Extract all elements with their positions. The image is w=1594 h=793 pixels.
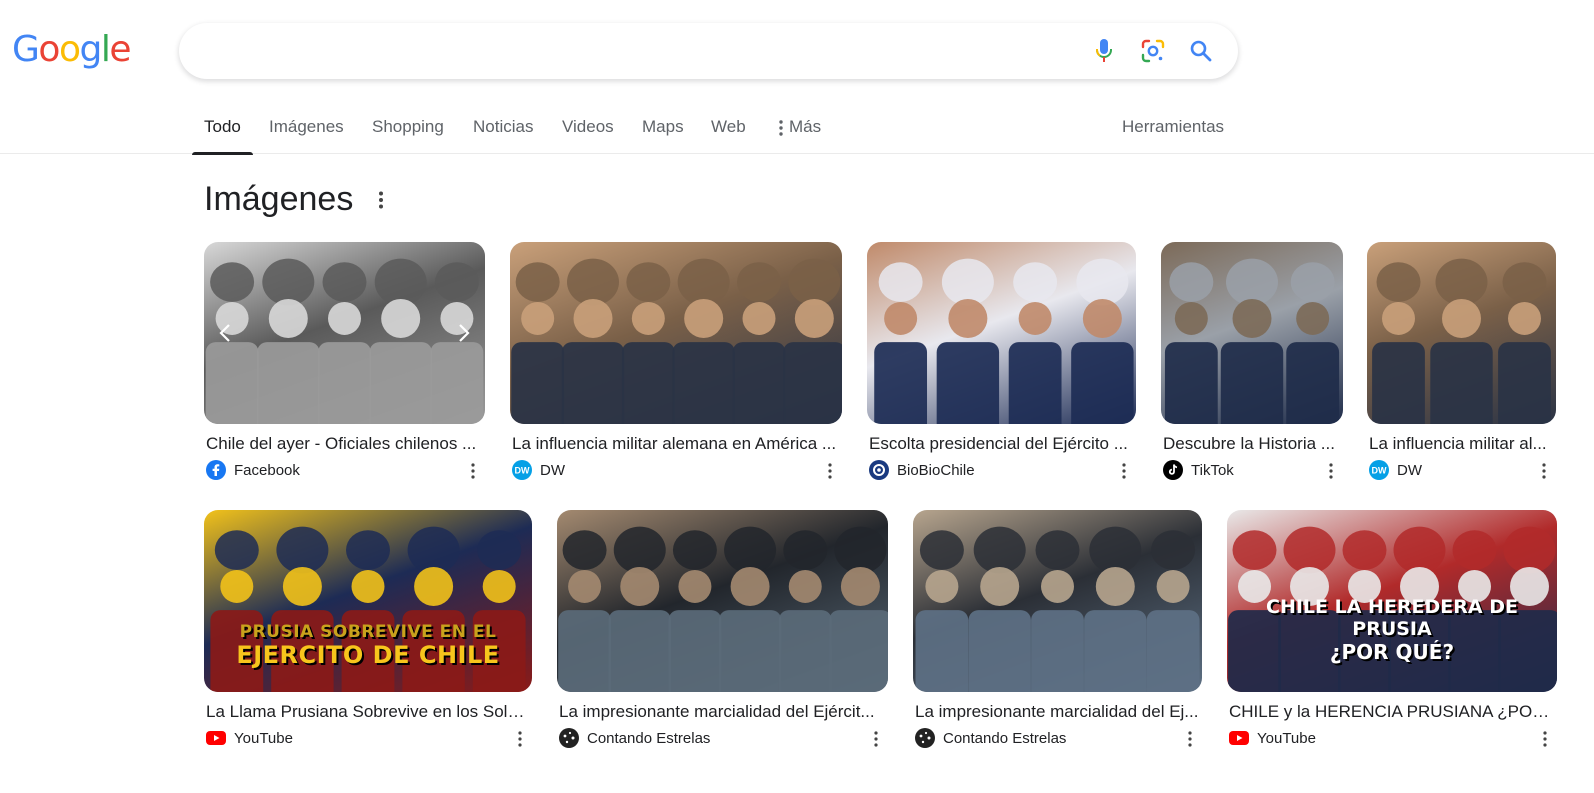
google-lens-icon[interactable] <box>1139 37 1167 65</box>
dw-icon: DW <box>512 460 532 480</box>
more-vert-icon <box>779 119 783 136</box>
image-source[interactable]: DW DW <box>512 460 565 480</box>
more-options-icon[interactable] <box>1323 460 1339 482</box>
microphone-icon[interactable] <box>1090 37 1118 65</box>
image-caption[interactable]: Descubre la Historia ... <box>1163 434 1341 454</box>
image-thumbnail[interactable]: PRUSIA SOBREVIVE EN EL EJERCITO DE CHILE <box>204 510 532 692</box>
image-thumbnail[interactable] <box>867 242 1136 424</box>
tiktok-icon <box>1163 460 1183 480</box>
biobiochile-icon <box>869 460 889 480</box>
more-options-icon[interactable] <box>1116 460 1132 482</box>
search-box <box>179 23 1238 79</box>
image-source[interactable]: Facebook <box>206 460 300 480</box>
tab-more[interactable]: Más <box>779 100 821 154</box>
logo-letter: G <box>12 29 40 70</box>
more-options-icon[interactable] <box>1536 460 1552 482</box>
more-options-icon[interactable] <box>512 728 528 750</box>
svg-text:DW: DW <box>1372 466 1387 476</box>
source-name: TikTok <box>1191 461 1234 479</box>
tab-videos[interactable]: Videos <box>562 100 614 154</box>
image-result-card[interactable]: La impresionante marcialidad del Ej... Co… <box>913 510 1202 762</box>
image-caption[interactable]: Escolta presidencial del Ejército ... <box>869 434 1134 454</box>
image-source[interactable]: DW DW <box>1369 460 1422 480</box>
source-name: DW <box>1397 461 1422 479</box>
image-source[interactable]: YouTube <box>206 728 293 748</box>
image-caption[interactable]: Chile del ayer - Oficiales chilenos ... <box>206 434 483 454</box>
image-caption[interactable]: La influencia militar al... <box>1369 434 1554 454</box>
search-icon[interactable] <box>1187 37 1215 65</box>
overlay-text-line: ¿POR QUÉ? <box>1329 640 1455 664</box>
contando-estrelas-icon <box>559 728 579 748</box>
image-result-card[interactable]: PRUSIA SOBREVIVE EN EL EJERCITO DE CHILE L… <box>204 510 532 762</box>
more-options-icon[interactable] <box>868 728 884 750</box>
image-source[interactable]: YouTube <box>1229 728 1316 748</box>
image-result-card[interactable]: Chile del ayer - Oficiales chilenos ... F… <box>204 242 485 494</box>
image-thumbnail[interactable] <box>1161 242 1343 424</box>
image-caption[interactable]: La Llama Prusiana Sobrevive en los Sold.… <box>206 702 530 722</box>
source-name: DW <box>540 461 565 479</box>
image-result-card[interactable]: CHILE LA HEREDERA DE PRUSIA ¿POR QUÉ? CHIL… <box>1227 510 1557 762</box>
image-thumbnail[interactable] <box>557 510 888 692</box>
image-thumbnail[interactable] <box>913 510 1202 692</box>
svg-text:DW: DW <box>515 466 530 476</box>
dw-icon: DW <box>1369 460 1389 480</box>
youtube-icon <box>206 728 226 748</box>
carousel-prev-icon[interactable] <box>214 318 236 348</box>
logo-letter: e <box>109 29 131 70</box>
youtube-icon <box>1229 728 1249 748</box>
tab-todo[interactable]: Todo <box>192 100 253 155</box>
tools-button[interactable]: Herramientas <box>1122 100 1224 154</box>
image-result-card[interactable]: Descubre la Historia ... TikTok <box>1161 242 1343 494</box>
image-thumbnail[interactable]: CHILE LA HEREDERA DE PRUSIA ¿POR QUÉ? <box>1227 510 1557 692</box>
image-source[interactable]: BioBioChile <box>869 460 975 480</box>
overlay-text-line: EJERCITO DE CHILE <box>236 641 500 670</box>
image-thumbnail[interactable] <box>510 242 842 424</box>
logo-letter: l <box>100 29 111 70</box>
section-title: Imágenes <box>204 180 354 218</box>
search-input[interactable] <box>203 23 1073 79</box>
tab-noticias[interactable]: Noticias <box>473 100 533 154</box>
image-source[interactable]: Contando Estrelas <box>559 728 710 748</box>
facebook-icon <box>206 460 226 480</box>
tab-imagenes[interactable]: Imágenes <box>269 100 344 154</box>
overlay-text-line: PRUSIA SOBREVIVE EN EL <box>239 621 497 642</box>
image-caption[interactable]: La influencia militar alemana en América… <box>512 434 840 454</box>
thumbnail-overlay-text: PRUSIA SOBREVIVE EN EL EJERCITO DE CHILE <box>204 621 532 670</box>
more-options-icon[interactable] <box>1182 728 1198 750</box>
search-tabs: Todo Imágenes Shopping Noticias Videos M… <box>0 100 1594 155</box>
section-more-icon[interactable] <box>371 188 391 212</box>
image-thumbnail[interactable] <box>204 242 485 424</box>
logo-letter: o <box>58 29 81 70</box>
thumbnail-overlay-text: CHILE LA HEREDERA DE PRUSIA ¿POR QUÉ? <box>1227 596 1557 664</box>
image-source[interactable]: Contando Estrelas <box>915 728 1066 748</box>
tab-shopping[interactable]: Shopping <box>372 100 444 154</box>
source-name: BioBioChile <box>897 461 975 479</box>
carousel-next-icon[interactable] <box>453 318 475 348</box>
tab-more-label: Más <box>789 117 822 136</box>
contando-estrelas-icon <box>915 728 935 748</box>
source-name: YouTube <box>1257 729 1316 747</box>
more-options-icon[interactable] <box>465 460 481 482</box>
source-name: Facebook <box>234 461 300 479</box>
tab-web[interactable]: Web <box>711 100 746 154</box>
logo-letter: g <box>79 29 102 70</box>
image-caption[interactable]: CHILE y la HERENCIA PRUSIANA ¿POR Q... <box>1229 702 1555 722</box>
image-thumbnail[interactable] <box>1367 242 1556 424</box>
source-name: Contando Estrelas <box>943 729 1067 747</box>
tab-maps[interactable]: Maps <box>642 100 684 154</box>
overlay-text-line: CHILE LA HEREDERA DE PRUSIA <box>1266 596 1518 641</box>
image-result-card[interactable]: La influencia militar al... DW DW <box>1367 242 1556 494</box>
image-source[interactable]: TikTok <box>1163 460 1234 480</box>
source-name: Contando Estrelas <box>587 729 711 747</box>
source-name: YouTube <box>234 729 293 747</box>
more-options-icon[interactable] <box>822 460 838 482</box>
logo-letter: o <box>38 29 60 70</box>
image-result-card[interactable]: La influencia militar alemana en América… <box>510 242 842 494</box>
more-options-icon[interactable] <box>1537 728 1553 750</box>
image-result-card[interactable]: La impresionante marcialidad del Ejércit… <box>557 510 888 762</box>
image-caption[interactable]: La impresionante marcialidad del Ejércit… <box>559 702 886 722</box>
image-result-card[interactable]: Escolta presidencial del Ejército ... Bio… <box>867 242 1136 494</box>
google-logo[interactable]: Google <box>12 29 131 70</box>
image-caption[interactable]: La impresionante marcialidad del Ej... <box>915 702 1200 722</box>
